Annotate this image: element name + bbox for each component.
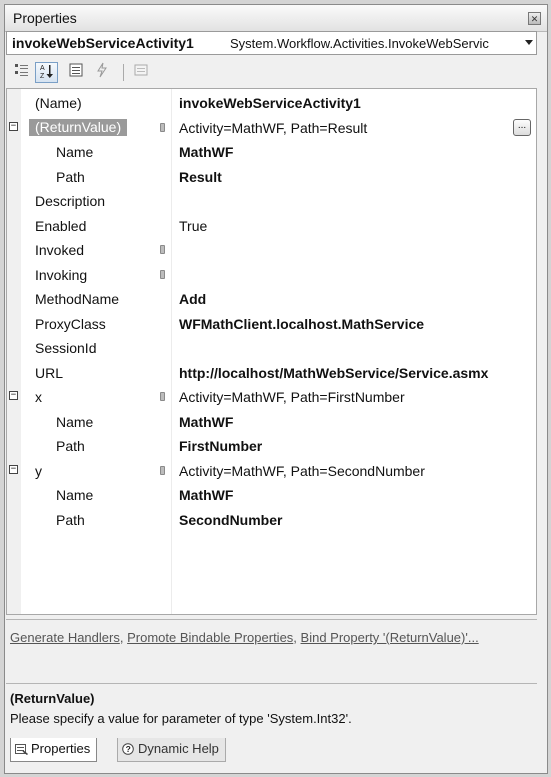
property-value[interactable]: invokeWebServiceActivity1 [179, 95, 361, 111]
property-value[interactable]: WFMathClient.localhost.MathService [179, 316, 424, 332]
property-name[interactable]: (Name) [35, 95, 82, 111]
property-row[interactable]: ProxyClass WFMathClient.localhost.MathSer… [7, 312, 536, 336]
property-row[interactable]: Invoked [7, 238, 536, 262]
comma-separator: , [293, 630, 297, 645]
tab-properties-label: Properties [31, 741, 91, 756]
property-row[interactable]: Name MathWF [7, 140, 536, 164]
property-row[interactable]: − x Activity=MathWF, Path=FirstNumber [7, 385, 536, 409]
tab-dynamic-help-label: Dynamic Help [138, 741, 219, 756]
property-name[interactable]: (ReturnValue) [29, 118, 128, 136]
commands-pane: Generate Handlers, Promote Bindable Prop… [6, 619, 537, 682]
property-name[interactable]: Enabled [35, 218, 86, 234]
window-title: Properties [13, 10, 77, 26]
property-value[interactable]: Result [179, 169, 222, 185]
property-value[interactable]: FirstNumber [179, 438, 262, 454]
property-value[interactable]: Activity=MathWF, Path=Result [179, 120, 367, 136]
description-text: Please specify a value for parameter of … [10, 711, 352, 726]
property-row[interactable]: − (ReturnValue) Activity=MathWF, Path=Resu… [7, 116, 536, 140]
bindable-property-icon [160, 245, 165, 254]
property-row[interactable]: Name MathWF [7, 483, 536, 507]
property-value[interactable]: Add [179, 291, 206, 307]
comma-separator: , [119, 630, 124, 645]
property-name[interactable]: Path [56, 169, 85, 185]
property-name[interactable]: Path [56, 438, 85, 454]
property-row[interactable]: Invoking [7, 263, 536, 287]
chevron-down-icon[interactable] [525, 40, 533, 45]
properties-tab-icon [15, 744, 28, 755]
property-row[interactable]: SessionId [7, 336, 536, 360]
property-name[interactable]: Invoking [35, 267, 87, 283]
svg-text:Z: Z [40, 73, 45, 79]
tab-properties[interactable]: Properties [10, 738, 98, 762]
property-row[interactable]: (Name) invokeWebServiceActivity1 [7, 91, 536, 115]
property-name[interactable]: y [35, 463, 42, 479]
property-row[interactable]: − y Activity=MathWF, Path=SecondNumber [7, 459, 536, 483]
property-value[interactable]: True [179, 218, 207, 234]
property-name[interactable]: URL [35, 365, 63, 381]
property-row[interactable]: Path FirstNumber [7, 434, 536, 458]
property-value[interactable]: Activity=MathWF, Path=SecondNumber [179, 463, 425, 479]
alphabetical-icon[interactable]: AZ [35, 62, 58, 83]
help-icon: ? [122, 743, 134, 755]
object-type: System.Workflow.Activities.InvokeWebServ… [230, 36, 489, 51]
bottom-tab-bar: Properties ? Dynamic Help [6, 738, 537, 764]
bind-property-link[interactable]: Bind Property '(ReturnValue)'... [301, 630, 479, 645]
object-name: invokeWebServiceActivity1 [12, 35, 194, 51]
property-name[interactable]: x [35, 389, 42, 405]
bindable-property-icon [160, 465, 165, 475]
collapse-icon[interactable]: − [9, 464, 18, 474]
close-icon[interactable]: ✕ [528, 12, 541, 25]
property-name[interactable]: Name [56, 144, 93, 160]
property-name[interactable]: Path [56, 512, 85, 528]
property-name[interactable]: MethodName [35, 291, 119, 307]
property-name[interactable]: ProxyClass [35, 316, 106, 332]
object-selector-dropdown[interactable]: invokeWebServiceActivity1 System.Workflo… [6, 31, 537, 55]
property-row[interactable]: MethodName Add [7, 287, 536, 311]
description-pane: (ReturnValue) Please specify a value for… [6, 683, 537, 736]
svg-text:A: A [40, 65, 45, 72]
property-name[interactable]: SessionId [35, 340, 96, 356]
property-row[interactable]: Path Result [7, 165, 536, 189]
toolbar-separator [123, 64, 124, 81]
collapse-icon[interactable]: − [9, 391, 18, 400]
property-name[interactable]: Name [56, 487, 93, 503]
property-value[interactable]: MathWF [179, 487, 233, 503]
tab-dynamic-help[interactable]: ? Dynamic Help [117, 738, 226, 762]
collapse-icon[interactable]: − [9, 121, 18, 131]
generate-handlers-link[interactable]: Generate Handlers [10, 630, 120, 645]
categorized-icon[interactable] [10, 62, 33, 83]
property-row[interactable]: Description [7, 189, 536, 213]
property-name[interactable]: Description [35, 193, 105, 209]
property-pages-icon[interactable] [129, 62, 152, 83]
properties-toolbar: AZ [6, 60, 537, 86]
property-name[interactable]: Name [56, 414, 93, 430]
property-value[interactable]: MathWF [179, 144, 233, 160]
events-icon[interactable] [90, 62, 113, 83]
properties-icon[interactable] [64, 62, 87, 83]
bindable-property-icon [160, 269, 165, 279]
svg-text:?: ? [126, 744, 131, 754]
bindable-property-icon [160, 122, 165, 132]
property-value[interactable]: SecondNumber [179, 512, 282, 528]
promote-bindable-properties-link[interactable]: Promote Bindable Properties [127, 630, 293, 645]
bindable-property-icon [160, 392, 165, 401]
property-value[interactable]: Activity=MathWF, Path=FirstNumber [179, 389, 405, 405]
property-value[interactable]: MathWF [179, 414, 233, 430]
property-grid[interactable]: (Name) invokeWebServiceActivity1 − (ReturnV… [6, 88, 537, 615]
property-row[interactable]: Path SecondNumber [7, 508, 536, 532]
property-row[interactable]: URL http://localhost/MathWebService/Servi… [7, 361, 536, 385]
property-row[interactable]: Enabled True [7, 214, 536, 238]
property-value[interactable]: http://localhost/MathWebService/Service.… [179, 365, 488, 381]
title-bar: Properties ✕ [5, 5, 547, 32]
ellipsis-button[interactable]: ... [513, 118, 531, 136]
property-row[interactable]: Name MathWF [7, 410, 536, 434]
property-name[interactable]: Invoked [35, 242, 84, 258]
description-title: (ReturnValue) [10, 691, 95, 706]
